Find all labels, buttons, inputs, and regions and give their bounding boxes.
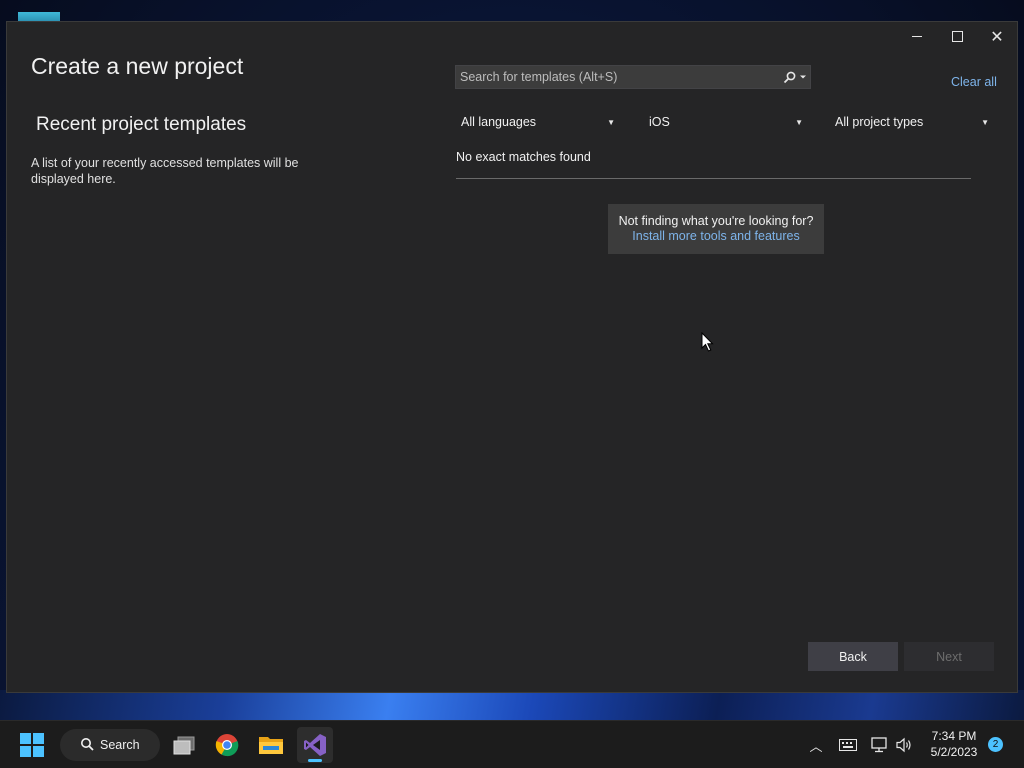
chevron-up-icon: ︿ bbox=[809, 739, 823, 755]
project-type-filter-value: All project types bbox=[835, 115, 924, 129]
clock-time: 7:34 PM bbox=[931, 729, 977, 743]
minimize-icon bbox=[912, 35, 922, 37]
input-indicator-button[interactable] bbox=[836, 721, 860, 768]
task-view-icon bbox=[173, 736, 195, 755]
results-message: No exact matches found bbox=[456, 150, 591, 164]
template-search-box bbox=[455, 65, 811, 89]
next-button[interactable]: Next bbox=[904, 642, 994, 671]
platform-filter-dropdown[interactable]: iOS ▼ bbox=[643, 111, 809, 133]
window-controls: ✕ bbox=[897, 22, 1017, 50]
taskbar-search-label: Search bbox=[100, 738, 140, 752]
network-icon bbox=[871, 737, 887, 753]
clear-all-link[interactable]: Clear all bbox=[951, 75, 997, 89]
visual-studio-taskbar-button[interactable] bbox=[297, 727, 333, 763]
active-app-indicator bbox=[308, 759, 322, 762]
desktop-wallpaper bbox=[0, 690, 1024, 720]
close-icon: ✕ bbox=[990, 26, 1004, 46]
minimize-button[interactable] bbox=[897, 22, 937, 50]
create-project-dialog: ✕ Create a new project Recent project te… bbox=[6, 21, 1018, 693]
project-type-filter-dropdown[interactable]: All project types ▼ bbox=[829, 111, 995, 133]
network-button[interactable] bbox=[868, 721, 892, 768]
taskbar: Search ︿ 7:34 PM 5/2/2023 2 bbox=[0, 720, 1024, 768]
language-filter-value: All languages bbox=[461, 115, 537, 129]
maximize-icon bbox=[951, 30, 963, 42]
keyboard-icon bbox=[839, 739, 857, 751]
recent-templates-heading: Recent project templates bbox=[36, 114, 247, 135]
search-icon bbox=[783, 71, 796, 83]
task-view-button[interactable] bbox=[166, 727, 202, 763]
visual-studio-icon bbox=[304, 734, 326, 756]
chevron-down-icon: ▼ bbox=[607, 117, 615, 127]
windows-logo-icon bbox=[20, 733, 44, 757]
help-question: Not finding what you're looking for? bbox=[618, 214, 814, 228]
back-button[interactable]: Back bbox=[808, 642, 898, 671]
chrome-icon bbox=[215, 734, 239, 757]
start-button[interactable] bbox=[14, 727, 50, 763]
chevron-down-icon bbox=[800, 75, 806, 79]
show-hidden-icons-button[interactable]: ︿ bbox=[804, 721, 828, 768]
language-filter-dropdown[interactable]: All languages ▼ bbox=[455, 111, 621, 133]
clock-date: 5/2/2023 bbox=[930, 745, 978, 759]
search-icon bbox=[80, 737, 94, 754]
chrome-taskbar-button[interactable] bbox=[209, 727, 245, 763]
folder-icon bbox=[259, 737, 283, 754]
volume-button[interactable] bbox=[892, 721, 916, 768]
platform-filter-value: iOS bbox=[649, 115, 670, 129]
close-button[interactable]: ✕ bbox=[977, 22, 1017, 50]
chevron-down-icon: ▼ bbox=[795, 117, 803, 127]
template-search-input[interactable] bbox=[456, 66, 780, 88]
results-divider bbox=[456, 178, 971, 179]
notification-count-badge[interactable]: 2 bbox=[988, 737, 1003, 752]
maximize-button[interactable] bbox=[937, 22, 977, 50]
taskbar-search-button[interactable]: Search bbox=[60, 729, 160, 761]
help-panel: Not finding what you're looking for? Ins… bbox=[608, 204, 824, 254]
volume-icon bbox=[896, 737, 911, 753]
file-explorer-taskbar-button[interactable] bbox=[253, 727, 289, 763]
mouse-cursor-icon bbox=[701, 332, 714, 352]
chevron-down-icon: ▼ bbox=[981, 117, 989, 127]
recent-templates-description: A list of your recently accessed templat… bbox=[31, 156, 299, 186]
search-options-button[interactable] bbox=[780, 66, 810, 88]
page-title: Create a new project bbox=[31, 53, 244, 79]
taskbar-clock[interactable]: 7:34 PM 5/2/2023 bbox=[918, 728, 990, 760]
install-tools-link[interactable]: Install more tools and features bbox=[632, 229, 799, 244]
